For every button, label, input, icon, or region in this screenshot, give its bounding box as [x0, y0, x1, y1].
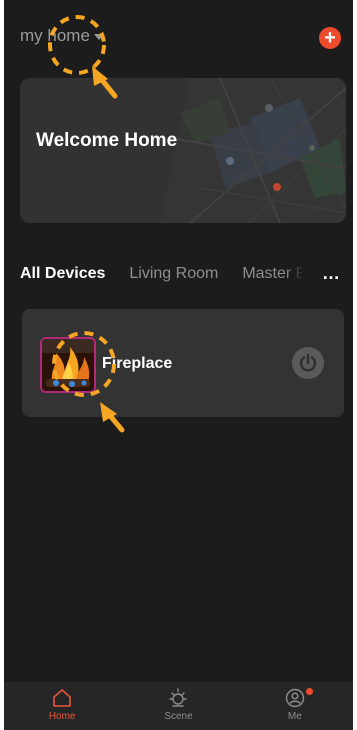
tab-master-bedroom[interactable]: Master Bedroom — [242, 265, 304, 283]
nav-me[interactable]: Me — [237, 682, 353, 730]
power-button[interactable] — [292, 347, 324, 379]
profile-icon — [285, 688, 305, 708]
dropdown-caret-icon — [93, 34, 104, 40]
home-selector[interactable]: my home — [20, 26, 104, 46]
device-card-fireplace[interactable]: Fireplace — [22, 309, 344, 417]
nav-home[interactable]: Home — [4, 682, 120, 730]
plus-icon: + — [324, 27, 336, 49]
house-icon — [53, 689, 71, 707]
room-tabs: All Devices Living Room Master Bedroom — [20, 262, 350, 286]
header: my home + — [4, 0, 353, 70]
sun-icon — [169, 688, 188, 707]
fireplace-image — [42, 339, 94, 391]
nav-me-label: Me — [287, 711, 302, 722]
nav-home-label: Home — [48, 711, 76, 722]
home-name-label: my home — [20, 26, 90, 45]
notification-badge — [305, 688, 313, 695]
nav-scene[interactable]: Scene — [120, 682, 236, 730]
add-device-button[interactable]: + — [319, 27, 341, 49]
app-screen: my home + Welcome Home All Devices Livin… — [4, 0, 353, 730]
tab-all-devices[interactable]: All Devices — [20, 265, 105, 283]
nav-scene-label: Scene — [164, 711, 193, 722]
bottom-navigation: Home Scene Me — [4, 682, 353, 730]
device-name: Fireplace — [102, 355, 173, 372]
power-icon — [299, 353, 317, 372]
more-icon[interactable]: … — [322, 264, 341, 282]
tab-living-room[interactable]: Living Room — [129, 265, 218, 283]
welcome-title: Welcome Home — [36, 130, 178, 151]
welcome-card: Welcome Home — [20, 78, 346, 223]
fireplace-thumbnail — [40, 337, 96, 393]
